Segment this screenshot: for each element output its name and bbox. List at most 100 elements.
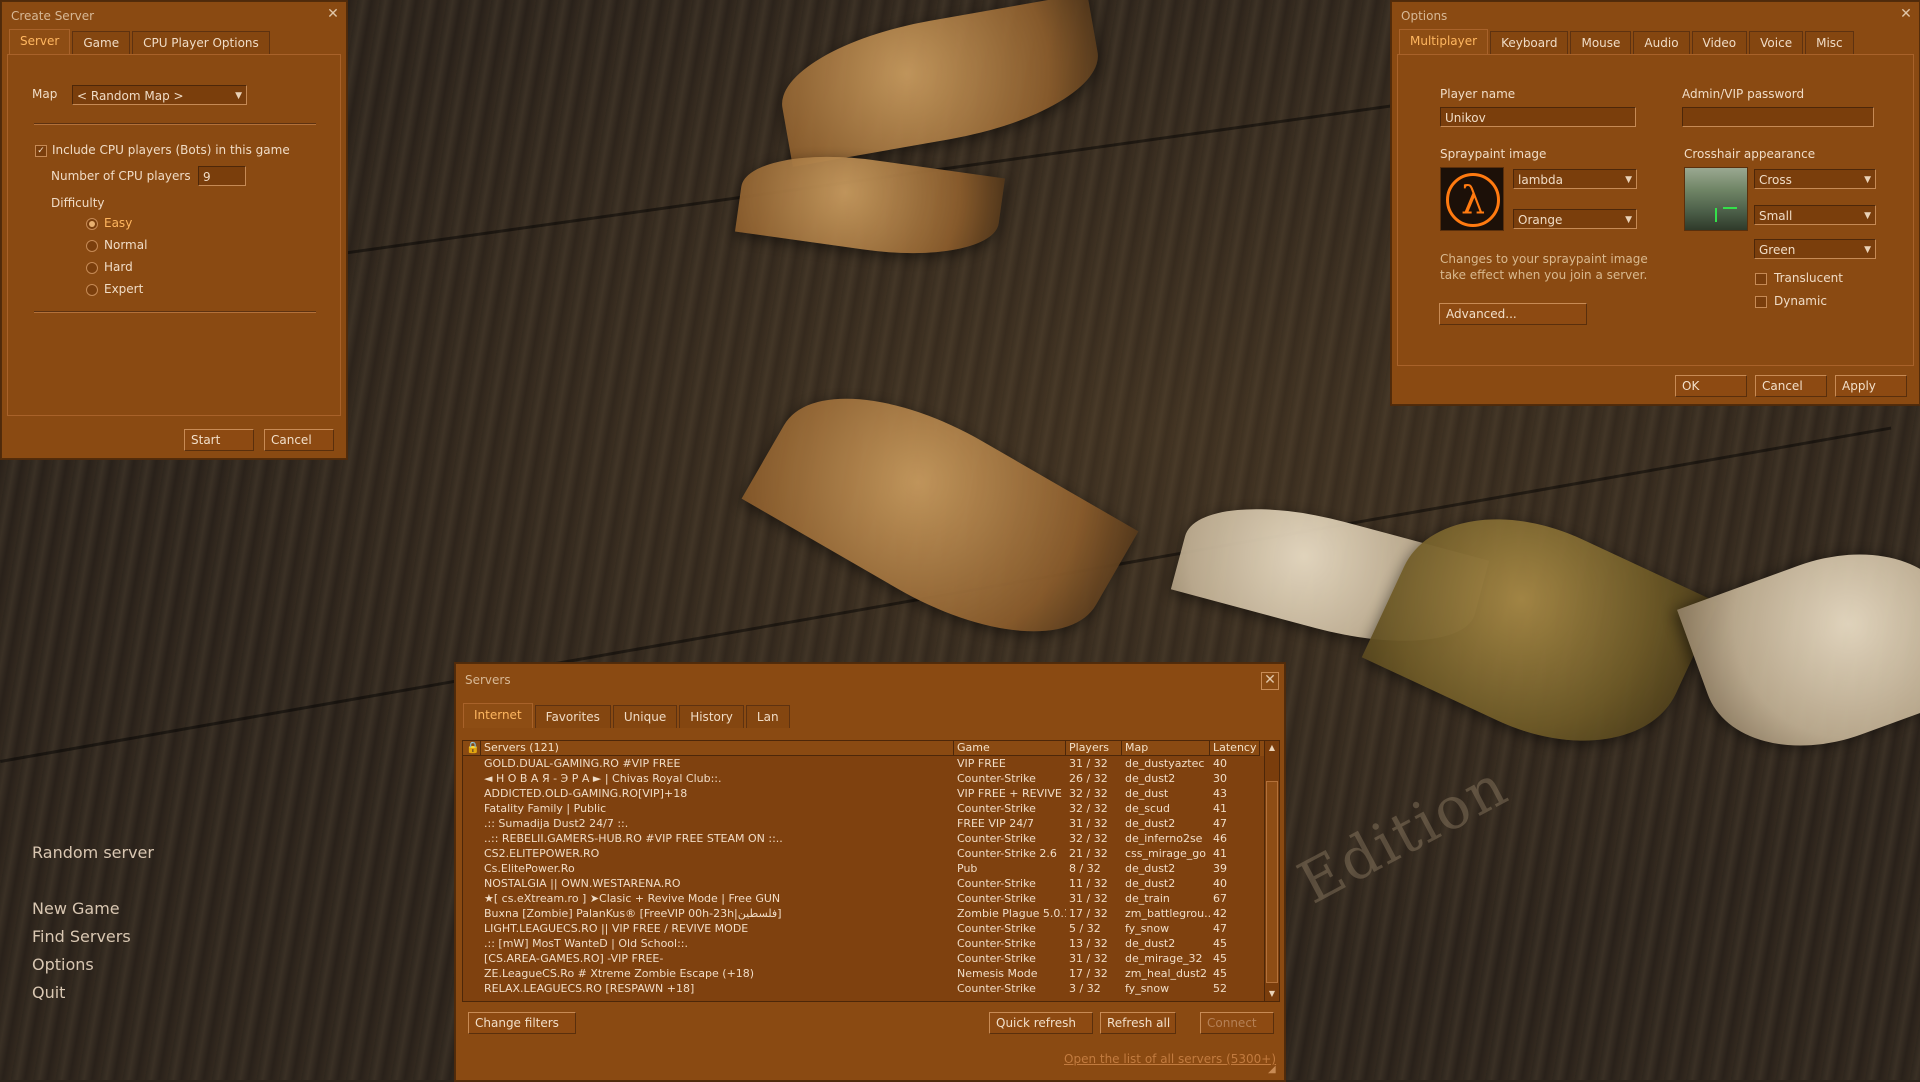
all-servers-link[interactable]: Open the list of all servers (5300+) — [1064, 1052, 1276, 1066]
spray-note: Changes to your spraypaint image take ef… — [1440, 252, 1648, 282]
map-cell: de_train — [1125, 892, 1170, 905]
server-rows: GOLD.DUAL-GAMING.RO #VIP FREE VIP FREE 31 … — [463, 756, 1279, 996]
change-filters-button[interactable]: Change filters — [468, 1012, 576, 1034]
table-row[interactable]: .:: Sumadija Dust2 24/7 ::. FREE VIP 24/7… — [463, 816, 1279, 831]
table-row[interactable]: ADDICTED.OLD-GAMING.RO[VIP]+18 VIP FREE +… — [463, 786, 1279, 801]
table-row[interactable]: GOLD.DUAL-GAMING.RO #VIP FREE VIP FREE 31 … — [463, 756, 1279, 771]
latency-cell: 45 — [1213, 937, 1227, 950]
table-row[interactable]: Fatality Family | Public Counter-Strike 32… — [463, 801, 1279, 816]
crosshair-size-select[interactable]: Small ▼ — [1754, 205, 1876, 225]
tab-mouse[interactable]: Mouse — [1570, 31, 1632, 54]
scrollbar-thumb[interactable] — [1266, 781, 1278, 983]
tab-cpu-player-options[interactable]: CPU Player Options — [132, 31, 270, 54]
lock-icon[interactable]: 🔒 — [463, 741, 481, 756]
spray-color-select[interactable]: Orange ▼ — [1513, 209, 1637, 229]
tab-audio[interactable]: Audio — [1633, 31, 1690, 54]
close-icon[interactable]: ✕ — [1898, 7, 1914, 23]
quick-refresh-button[interactable]: Quick refresh — [989, 1012, 1093, 1034]
menu-find-servers[interactable]: Find Servers — [32, 927, 131, 946]
table-row[interactable]: ★[ cs.eXtream.ro ] ➤Clasic + Revive Mode… — [463, 891, 1279, 906]
menu-random-server[interactable]: Random server — [32, 843, 154, 862]
servers-titlebar[interactable]: Servers ✕ — [455, 663, 1285, 697]
advanced-button[interactable]: Advanced... — [1439, 303, 1587, 325]
player-name-input[interactable]: Unikov — [1440, 107, 1636, 127]
dynamic-checkbox[interactable] — [1755, 296, 1767, 308]
tab-server[interactable]: Server — [9, 29, 71, 54]
table-row[interactable]: Buxna [Zombie] PalanKus® [FreeVIP 00h-23… — [463, 906, 1279, 921]
tab-lan[interactable]: Lan — [745, 705, 790, 728]
table-row[interactable]: Cs.ElitePower.Ro Pub 8 / 32 de_dust2 39 — [463, 861, 1279, 876]
translucent-checkbox[interactable] — [1755, 273, 1767, 285]
players-cell: 32 / 32 — [1069, 787, 1108, 800]
options-titlebar[interactable]: Options ✕ — [1391, 1, 1920, 31]
include-bots-checkbox[interactable]: ✓ — [35, 145, 47, 157]
scroll-up-icon[interactable]: ▲ — [1266, 742, 1278, 754]
column-map[interactable]: Map — [1122, 741, 1210, 756]
table-row[interactable]: LIGHT.LEAGUECS.RO || VIP FREE / REVIVE M… — [463, 921, 1279, 936]
table-row[interactable]: RELAX.LEAGUECS.RO [RESPAWN +18] Counter-S… — [463, 981, 1279, 996]
admin-password-input[interactable] — [1682, 107, 1874, 127]
tab-video[interactable]: Video — [1691, 31, 1748, 54]
resize-grip-icon[interactable]: ◢ — [1268, 1064, 1280, 1076]
server-name-cell: CS2.ELITEPOWER.RO — [484, 847, 600, 860]
radio-expert[interactable] — [86, 284, 98, 296]
latency-cell: 40 — [1213, 877, 1227, 890]
game-cell: FREE VIP 24/7 — [957, 817, 1034, 830]
tab-game[interactable]: Game — [72, 31, 131, 54]
spray-image-select[interactable]: lambda ▼ — [1513, 169, 1637, 189]
admin-password-label: Admin/VIP password — [1682, 87, 1805, 101]
cancel-button[interactable]: Cancel — [1755, 375, 1827, 397]
crosshair-type-select[interactable]: Cross ▼ — [1754, 169, 1876, 189]
table-row[interactable]: ..:: REBELII.GAMERS-HUB.RO #VIP FREE STE… — [463, 831, 1279, 846]
map-cell: de_dust2 — [1125, 817, 1176, 830]
scroll-down-icon[interactable]: ▼ — [1266, 988, 1278, 1000]
server-name-cell: ..:: REBELII.GAMERS-HUB.RO #VIP FREE STE… — [484, 832, 783, 845]
num-cpu-input[interactable]: 9 — [198, 166, 246, 186]
tab-misc[interactable]: Misc — [1805, 31, 1854, 54]
refresh-all-button[interactable]: Refresh all — [1100, 1012, 1176, 1034]
tab-internet[interactable]: Internet — [463, 703, 533, 728]
tab-voice[interactable]: Voice — [1749, 31, 1804, 54]
table-row[interactable]: ◄ Н О В А Я - Э Р А ► | Chivas Royal Clu… — [463, 771, 1279, 786]
players-cell: 17 / 32 — [1069, 907, 1108, 920]
radio-easy[interactable] — [86, 218, 98, 230]
server-list-scrollbar[interactable]: ▲ ▼ — [1264, 741, 1279, 1001]
table-row[interactable]: CS2.ELITEPOWER.RO Counter-Strike 2.6 21 / … — [463, 846, 1279, 861]
table-row[interactable]: NOSTALGIA || OWN.WESTARENA.RO Counter-Str… — [463, 876, 1279, 891]
column-servers[interactable]: Servers (121) — [481, 741, 954, 756]
game-cell: Counter-Strike — [957, 802, 1036, 815]
ok-button[interactable]: OK — [1675, 375, 1747, 397]
create-server-titlebar[interactable]: Create Server ✕ — [1, 1, 347, 31]
table-row[interactable]: ZE.LeagueCS.Ro # Xtreme Zombie Escape (+… — [463, 966, 1279, 981]
chevron-down-icon: ▼ — [1864, 245, 1871, 255]
players-cell: 31 / 32 — [1069, 952, 1108, 965]
menu-options[interactable]: Options — [32, 955, 94, 974]
close-icon[interactable]: ✕ — [325, 7, 341, 23]
difficulty-easy-label: Easy — [104, 216, 133, 230]
column-game[interactable]: Game — [954, 741, 1066, 756]
tab-history[interactable]: History — [679, 705, 744, 728]
close-icon[interactable]: ✕ — [1261, 672, 1279, 690]
table-row[interactable]: [CS.AREA-GAMES.RO] -VIP FREE- Counter-Str… — [463, 951, 1279, 966]
tab-multiplayer[interactable]: Multiplayer — [1399, 29, 1489, 54]
table-row[interactable]: .:: [mW] MosT WanteD | Old School::. Coun… — [463, 936, 1279, 951]
menu-quit[interactable]: Quit — [32, 983, 65, 1002]
tab-favorites[interactable]: Favorites — [534, 705, 611, 728]
players-cell: 31 / 32 — [1069, 892, 1108, 905]
radio-normal[interactable] — [86, 240, 98, 252]
chevron-down-icon: ▼ — [1864, 175, 1871, 185]
menu-new-game[interactable]: New Game — [32, 899, 120, 918]
apply-button[interactable]: Apply — [1835, 375, 1907, 397]
tab-unique[interactable]: Unique — [612, 705, 678, 728]
cancel-button[interactable]: Cancel — [264, 429, 334, 451]
tab-keyboard[interactable]: Keyboard — [1490, 31, 1569, 54]
column-latency[interactable]: Latency — [1210, 741, 1260, 756]
row-lock-cell — [463, 966, 481, 981]
connect-button[interactable]: Connect — [1200, 1012, 1274, 1034]
column-players[interactable]: Players — [1066, 741, 1122, 756]
start-button[interactable]: Start — [184, 429, 254, 451]
map-cell: zm_heal_dust2 — [1125, 967, 1208, 980]
radio-hard[interactable] — [86, 262, 98, 274]
map-select[interactable]: < Random Map > ▼ — [72, 85, 247, 105]
crosshair-color-select[interactable]: Green ▼ — [1754, 239, 1876, 259]
